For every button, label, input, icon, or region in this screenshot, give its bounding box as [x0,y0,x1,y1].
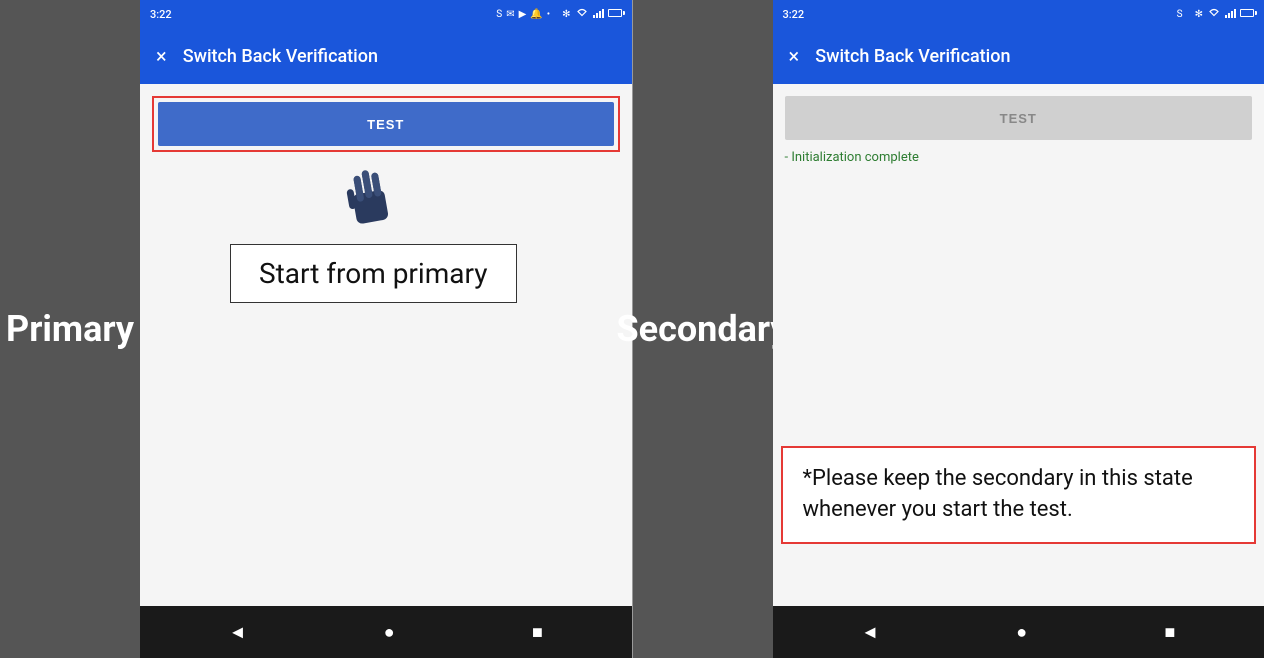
alert-icon: 🔔 [530,9,542,20]
primary-home-button[interactable]: ● [384,622,395,643]
mail-icon: ✉ [506,9,514,20]
secondary-app-bar: × Switch Back Verification [773,28,1264,84]
primary-nav-bar: ◄ ● ■ [140,606,632,658]
secondary-phone-frame: 3:22 S ✻ [773,0,1264,658]
secondary-status-icons: S ✻ [1177,8,1254,21]
primary-app-title: Switch Back Verification [183,46,378,67]
note-text: *Please keep the secondary in this state… [803,466,1193,522]
primary-back-button[interactable]: ◄ [229,622,247,643]
primary-status-bar: 3:22 S ✉ ▶ 🔔 • ✻ [140,0,632,28]
secondary-label: Secondary [633,0,773,658]
battery-icon [608,9,622,20]
primary-status-icons: S ✉ ▶ 🔔 • ✻ [496,8,621,21]
wifi-icon [575,8,589,21]
primary-recents-button[interactable]: ■ [532,622,543,643]
secondary-bt-icon: ✻ [1195,9,1203,20]
sim-icon: S [496,9,502,20]
video-icon: ▶ [519,9,527,20]
secondary-battery-icon [1240,9,1254,20]
init-complete-text: - Initialization complete [785,150,1253,165]
primary-test-button[interactable]: TEST [158,102,614,146]
primary-phone-content: TEST Star [140,84,632,606]
secondary-status-bar: 3:22 S ✻ [773,0,1264,28]
secondary-signal-icon [1225,8,1236,21]
left-panel: Primary 3:22 S ✉ ▶ 🔔 • ✻ [0,0,632,658]
bt-icon: ✻ [562,9,570,20]
right-panel: Secondary 3:22 S ✻ [633,0,1264,658]
dot-icon: • [547,9,550,20]
primary-test-button-outline: TEST [152,96,620,152]
secondary-nav-bar: ◄ ● ■ [773,606,1264,658]
secondary-sim-icon: S [1177,9,1183,20]
hand-cursor-icon [334,159,407,247]
secondary-wifi-icon [1207,8,1221,21]
signal-icon [593,8,604,21]
secondary-test-button[interactable]: TEST [785,96,1253,140]
primary-phone-frame: 3:22 S ✉ ▶ 🔔 • ✻ [140,0,632,658]
primary-time: 3:22 [150,8,172,21]
secondary-recents-button[interactable]: ■ [1164,622,1175,643]
primary-app-bar: × Switch Back Verification [140,28,632,84]
start-from-primary-box: Start from primary [230,244,517,303]
primary-close-button[interactable]: × [156,44,167,68]
secondary-phone-content: TEST - Initialization complete *Please k… [773,84,1264,606]
note-box: *Please keep the secondary in this state… [781,446,1257,544]
secondary-app-title: Switch Back Verification [815,46,1010,67]
secondary-home-button[interactable]: ● [1016,622,1027,643]
secondary-back-button[interactable]: ◄ [861,622,879,643]
secondary-close-button[interactable]: × [789,44,800,68]
secondary-time: 3:22 [783,8,805,21]
primary-label: Primary [0,0,140,658]
start-from-primary-text: Start from primary [259,257,488,290]
